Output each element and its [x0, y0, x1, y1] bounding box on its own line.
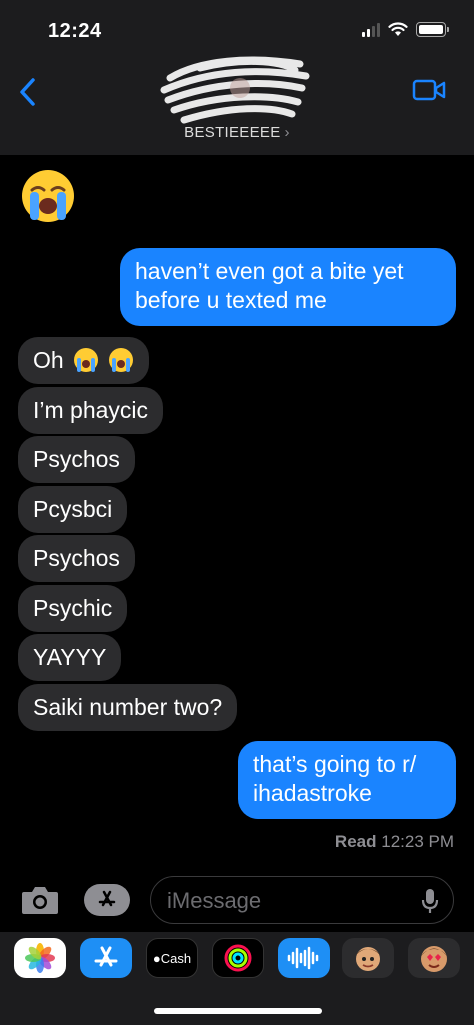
app-drawer: ● Cash: [0, 932, 474, 1025]
audio-message-app-button[interactable]: [278, 938, 330, 978]
outgoing-message[interactable]: haven’t even got a bite yet before u tex…: [120, 248, 456, 326]
heart-eyes-memoji-icon: [421, 946, 447, 972]
imessage-input[interactable]: iMessage: [150, 876, 454, 924]
incoming-message[interactable]: Psychos: [18, 436, 135, 483]
battery-icon: [416, 22, 449, 37]
read-receipt: Read 12:23 PM: [335, 832, 454, 852]
message-text: I’m phaycic: [33, 397, 149, 423]
status-icons: [362, 22, 449, 37]
message-text: Saiki number two?: [33, 694, 223, 720]
incoming-message[interactable]: Saiki number two?: [18, 684, 238, 731]
app-store-button[interactable]: [84, 884, 130, 916]
read-time: 12:23 PM: [381, 832, 454, 851]
app-store-icon: [94, 946, 118, 967]
message-text: Pcysbci: [33, 496, 113, 522]
cash-label: Cash: [160, 950, 192, 966]
animoji-app-button[interactable]: [408, 938, 460, 978]
activity-rings-icon: [224, 944, 252, 972]
message-text: Psychos: [33, 446, 120, 472]
contact-name-button[interactable]: BESTIEEEEE ›: [0, 124, 474, 141]
fitness-app-button[interactable]: [212, 938, 264, 978]
read-label: Read: [334, 832, 377, 851]
message-line: before u texted me: [135, 287, 327, 313]
memoji-app-button[interactable]: [342, 938, 394, 978]
incoming-message[interactable]: Psychic: [18, 585, 128, 632]
message-text: Psychic: [33, 595, 113, 621]
chevron-left-icon: [20, 78, 35, 106]
message-line: haven’t even got a bite yet: [135, 258, 404, 284]
incoming-message[interactable]: Pcysbci: [18, 486, 128, 533]
apple-logo-icon: ●: [152, 950, 161, 966]
home-indicator[interactable]: [154, 1008, 322, 1014]
loudly-crying-face-icon: [74, 348, 99, 372]
facetime-video-button[interactable]: [412, 78, 446, 107]
message-text: Psychos: [33, 545, 120, 571]
loudly-crying-face-icon: [109, 348, 134, 372]
message-text: YAYYY: [33, 644, 107, 670]
redacted-contact-avatar[interactable]: [160, 50, 310, 128]
back-button[interactable]: [18, 74, 48, 110]
camera-icon: [22, 887, 58, 914]
incoming-message[interactable]: Oh: [18, 337, 150, 384]
message-line: that’s going to r/: [253, 751, 417, 777]
incoming-message[interactable]: Psychos: [18, 535, 135, 582]
app-store-icon: [98, 890, 116, 907]
message-line: ihadastroke: [253, 780, 372, 806]
apple-cash-app-button[interactable]: ● Cash: [146, 938, 198, 978]
memoji-face-icon: [356, 947, 380, 971]
chevron-right-icon: ›: [284, 124, 290, 141]
photos-app-button[interactable]: [14, 938, 66, 978]
photos-icon: [25, 943, 55, 973]
wifi-icon: [388, 22, 408, 36]
incoming-message[interactable]: I’m phaycic: [18, 387, 164, 434]
contact-name: BESTIEEEEE: [184, 124, 281, 141]
status-time: 12:24: [48, 20, 102, 42]
cellular-signal-icon: [362, 22, 380, 37]
incoming-message[interactable]: YAYYY: [18, 634, 122, 681]
microphone-icon[interactable]: [421, 887, 439, 915]
message-text: Oh: [33, 347, 64, 373]
camera-button[interactable]: [20, 884, 60, 916]
imessage-placeholder: iMessage: [167, 888, 262, 913]
waveform-icon: [287, 946, 319, 970]
video-camera-icon: [412, 79, 446, 101]
conversation-header: 12:24 BESTIEEEEE ›: [0, 0, 474, 155]
outgoing-message[interactable]: that’s going to r/ ihadastroke: [238, 741, 456, 819]
loudly-crying-face-icon[interactable]: [20, 168, 76, 224]
app-store-app-button[interactable]: [80, 938, 132, 978]
